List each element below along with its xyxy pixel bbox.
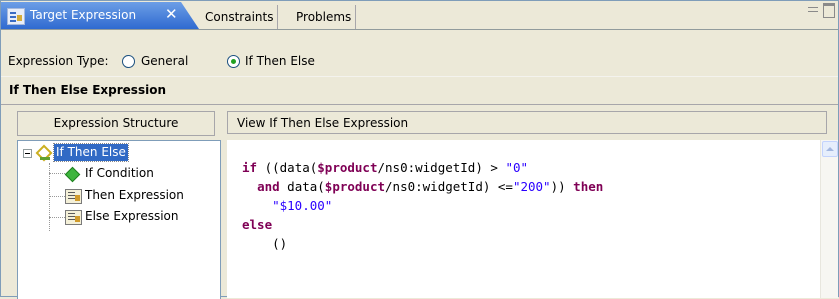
expression-type-row: Expression Type: General If Then Else bbox=[1, 48, 838, 76]
radio-general[interactable] bbox=[122, 55, 135, 68]
code-text: /ns0:widgetId) <= bbox=[385, 179, 513, 194]
minimize-icon[interactable] bbox=[808, 7, 818, 12]
expression-structure-tree[interactable]: If Then Else If Condition Then Expressio… bbox=[17, 140, 221, 299]
code-text: ((data( bbox=[257, 160, 318, 175]
expression-code-view[interactable]: if ((data($product/ns0:widgetId) > "0" a… bbox=[227, 140, 838, 298]
code-text: /ns0:widgetId) > bbox=[377, 160, 506, 175]
code-keyword: else bbox=[242, 217, 273, 232]
tab-target-expression[interactable]: Target Expression ✕ bbox=[1, 2, 199, 29]
code-string: "200" bbox=[512, 179, 551, 194]
section-title: If Then Else Expression bbox=[9, 83, 166, 97]
expression-icon bbox=[65, 189, 82, 204]
tree-guide-line bbox=[49, 196, 65, 197]
tree-item-then-expression[interactable]: Then Expression bbox=[85, 188, 184, 202]
if-then-else-icon bbox=[37, 146, 50, 160]
scroll-up-arrow-icon[interactable] bbox=[822, 141, 838, 157]
close-icon[interactable]: ✕ bbox=[165, 5, 178, 23]
condition-icon bbox=[64, 166, 81, 183]
code-variable: $product bbox=[317, 160, 378, 175]
tree-guide-line bbox=[49, 217, 65, 218]
code-string: "$10.00" bbox=[272, 198, 333, 213]
code-keyword: and bbox=[257, 179, 280, 194]
tree-item-else-expression[interactable]: Else Expression bbox=[85, 209, 179, 223]
tab-target-expression-label: Target Expression bbox=[30, 8, 137, 22]
vertical-scrollbar[interactable] bbox=[820, 140, 838, 298]
tree-item-if-condition[interactable]: If Condition bbox=[85, 166, 154, 180]
code-text: )) bbox=[550, 179, 574, 194]
radio-general-label[interactable]: General bbox=[141, 54, 188, 68]
expression-icon bbox=[65, 210, 82, 225]
tree-root-if-then-else[interactable]: If Then Else bbox=[53, 143, 129, 162]
radio-if-then-else-label[interactable]: If Then Else bbox=[245, 54, 315, 68]
tree-guide-line bbox=[49, 173, 65, 174]
code-keyword: if bbox=[242, 160, 258, 175]
expression-code: if ((data($product/ns0:widgetId) > "0" a… bbox=[242, 158, 603, 253]
code-keyword: then bbox=[573, 179, 604, 194]
expression-structure-header: Expression Structure bbox=[17, 111, 215, 136]
section-header: If Then Else Expression bbox=[1, 76, 838, 105]
code-string: "0" bbox=[505, 160, 529, 175]
tab-constraints[interactable]: Constraints bbox=[201, 5, 279, 29]
code-text: data( bbox=[279, 179, 325, 194]
expression-editor-icon bbox=[7, 8, 25, 25]
editor-frame: Target Expression ✕ Constraints Problems… bbox=[0, 0, 839, 299]
collapse-icon[interactable] bbox=[23, 149, 32, 158]
tab-problems[interactable]: Problems bbox=[292, 5, 357, 29]
code-variable: $product bbox=[324, 179, 386, 194]
window-controls bbox=[808, 3, 836, 18]
code-text: () bbox=[272, 236, 288, 251]
view-expression-header: View If Then Else Expression bbox=[227, 111, 827, 134]
tab-bar: Target Expression ✕ Constraints Problems bbox=[1, 1, 838, 30]
radio-if-then-else[interactable] bbox=[227, 55, 240, 68]
expression-type-label: Expression Type: bbox=[8, 54, 109, 68]
maximize-icon[interactable] bbox=[823, 3, 835, 18]
